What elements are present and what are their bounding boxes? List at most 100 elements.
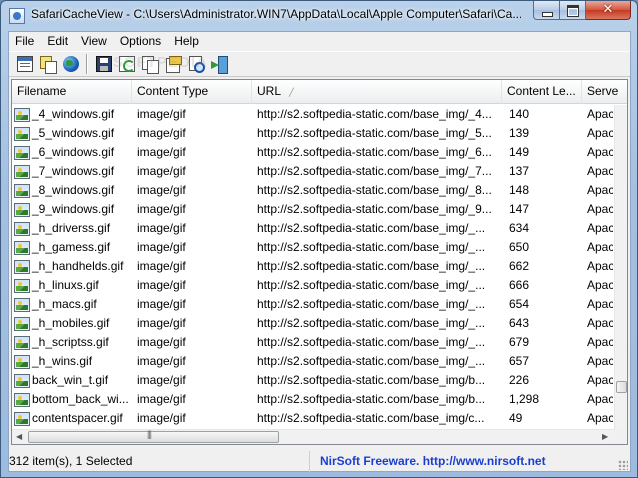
cell-url: http://s2.softpedia-static.com/base_img/…: [257, 240, 486, 254]
cell-content-type: image/gif: [137, 221, 186, 235]
copy-icon: [39, 56, 57, 74]
status-item-count: 312 item(s), 1 Selected: [9, 451, 310, 472]
horizontal-scrollbar[interactable]: ◀ ||| ▶: [12, 429, 614, 444]
list-header: Filename Content Type URL ╱ Content Le..…: [12, 80, 627, 104]
properties-button[interactable]: [13, 53, 36, 75]
exit-icon: [210, 56, 228, 74]
column-content-length[interactable]: Content Le...: [502, 80, 582, 104]
column-filename[interactable]: Filename: [12, 80, 132, 104]
horizontal-scroll-thumb[interactable]: |||: [28, 429, 279, 443]
cell-server: Apacl: [587, 164, 613, 178]
cache-list[interactable]: Filename Content Type URL ╱ Content Le..…: [11, 79, 628, 445]
open-url-button[interactable]: [59, 53, 82, 75]
resize-grip[interactable]: [618, 460, 628, 470]
cell-content-length: 149: [509, 145, 530, 159]
cell-content-length: 662: [509, 259, 530, 273]
table-row[interactable]: _h_mobiles.gif image/gif http://s2.softped…: [12, 314, 613, 333]
cell-filename: _8_windows.gif: [12, 181, 132, 200]
maximize-button[interactable]: [560, 1, 586, 20]
column-server[interactable]: Serve: [582, 80, 627, 104]
cell-server: Apacl: [587, 107, 613, 121]
table-row[interactable]: _h_linuxs.gif image/gif http://s2.softpedi…: [12, 276, 613, 295]
cell-content-length: 148: [509, 183, 530, 197]
cell-server: Apacl: [587, 221, 613, 235]
table-row[interactable]: _7_windows.gif image/gif http://s2.softped…: [12, 162, 613, 181]
exit-button[interactable]: [207, 53, 230, 75]
nirsoft-link[interactable]: NirSoft Freeware. http://www.nirsoft.net: [310, 451, 546, 472]
close-button[interactable]: ✕: [586, 1, 631, 20]
cell-filename: _h_wins.gif: [12, 352, 132, 371]
cell-url: http://s2.softpedia-static.com/base_img/…: [257, 411, 485, 425]
cell-content-length: 147: [509, 202, 530, 216]
table-row[interactable]: _h_handhelds.gif image/gif http://s2.softp…: [12, 257, 613, 276]
image-file-icon: [14, 259, 30, 274]
menu-view[interactable]: View: [75, 32, 114, 50]
filename-text: _h_scriptss.gif: [32, 335, 109, 349]
window-title: SafariCacheView - C:\Users\Administrator…: [31, 7, 521, 21]
menu-file[interactable]: File: [9, 32, 41, 50]
cell-url: http://s2.softpedia-static.com/base_img/…: [257, 107, 492, 121]
table-row[interactable]: _h_driverss.gif image/gif http://s2.softpe…: [12, 219, 613, 238]
table-row[interactable]: _4_windows.gif image/gif http://s2.softped…: [12, 105, 613, 124]
table-row[interactable]: _h_scriptss.gif image/gif http://s2.softpe…: [12, 333, 613, 352]
table-row[interactable]: _h_gamess.gif image/gif http://s2.softpedi…: [12, 238, 613, 257]
cell-filename: _h_driverss.gif: [12, 219, 132, 238]
copy-button[interactable]: [36, 53, 59, 75]
filename-text: _8_windows.gif: [32, 183, 115, 197]
app-icon[interactable]: [9, 8, 25, 24]
cell-content-type: image/gif: [137, 373, 186, 387]
filename-text: _5_windows.gif: [32, 126, 115, 140]
cell-content-type: image/gif: [137, 259, 186, 273]
vertical-scroll-thumb[interactable]: [616, 381, 627, 393]
menu-help[interactable]: Help: [168, 32, 206, 50]
menu-options[interactable]: Options: [114, 32, 168, 50]
filename-text: contentspacer.gif: [32, 411, 123, 425]
table-row[interactable]: _9_windows.gif image/gif http://s2.softped…: [12, 200, 613, 219]
cell-content-type: image/gif: [137, 107, 186, 121]
cell-url: http://s2.softpedia-static.com/base_img/…: [257, 126, 492, 140]
vertical-scrollbar[interactable]: [614, 105, 627, 429]
filename-text: _h_mobiles.gif: [32, 316, 110, 330]
image-file-icon: [14, 107, 30, 122]
table-row[interactable]: contentspacer.gif image/gif http://s2.soft…: [12, 409, 613, 428]
image-file-icon: [14, 221, 30, 236]
cell-content-type: image/gif: [137, 202, 186, 216]
minimize-button[interactable]: [533, 1, 560, 20]
scroll-left-icon[interactable]: ◀: [16, 432, 22, 441]
column-url[interactable]: URL ╱: [252, 80, 502, 104]
image-file-icon: [14, 316, 30, 331]
table-row[interactable]: bottom_back_wi... image/gif http://s2.soft…: [12, 390, 613, 409]
cell-content-type: image/gif: [137, 145, 186, 159]
title-bar[interactable]: SafariCacheView - C:\Users\Administrator…: [1, 1, 637, 31]
table-row[interactable]: _h_macs.gif image/gif http://s2.softpedia-…: [12, 295, 613, 314]
table-row[interactable]: _8_windows.gif image/gif http://s2.softped…: [12, 181, 613, 200]
cell-url: http://s2.softpedia-static.com/base_img/…: [257, 183, 492, 197]
table-row[interactable]: _h_wins.gif image/gif http://s2.softpedia-…: [12, 352, 613, 371]
menu-bar: File Edit View Options Help: [9, 32, 630, 50]
status-bar: 312 item(s), 1 Selected NirSoft Freeware…: [9, 451, 630, 472]
cell-url: http://s2.softpedia-static.com/base_img/…: [257, 221, 486, 235]
cell-content-length: 657: [509, 354, 530, 368]
cell-url: http://s2.softpedia-static.com/base_img/…: [257, 145, 492, 159]
table-row[interactable]: back_win_t.gif image/gif http://s2.softped…: [12, 371, 613, 390]
cell-url: http://s2.softpedia-static.com/base_img/…: [257, 202, 492, 216]
cell-content-length: 140: [509, 107, 530, 121]
cell-content-type: image/gif: [137, 354, 186, 368]
cell-content-length: 49: [509, 411, 523, 425]
toolbar-separator: [86, 54, 88, 74]
filename-text: _4_windows.gif: [32, 107, 115, 121]
sort-arrow-icon: ╱: [289, 88, 294, 97]
save-button[interactable]: [92, 53, 115, 75]
cell-content-length: 666: [509, 278, 530, 292]
cell-filename: _h_gamess.gif: [12, 238, 132, 257]
filename-text: bottom_back_wi...: [32, 392, 129, 406]
scroll-right-icon[interactable]: ▶: [602, 432, 608, 441]
column-content-type[interactable]: Content Type: [132, 80, 252, 104]
menu-edit[interactable]: Edit: [41, 32, 75, 50]
table-row[interactable]: _5_windows.gif image/gif http://s2.softped…: [12, 124, 613, 143]
list-rows: _4_windows.gif image/gif http://s2.softped…: [12, 105, 613, 428]
table-row[interactable]: _6_windows.gif image/gif http://s2.softped…: [12, 143, 613, 162]
cell-url: http://s2.softpedia-static.com/base_img/…: [257, 316, 486, 330]
cell-filename: _h_macs.gif: [12, 295, 132, 314]
cell-content-length: 650: [509, 240, 530, 254]
